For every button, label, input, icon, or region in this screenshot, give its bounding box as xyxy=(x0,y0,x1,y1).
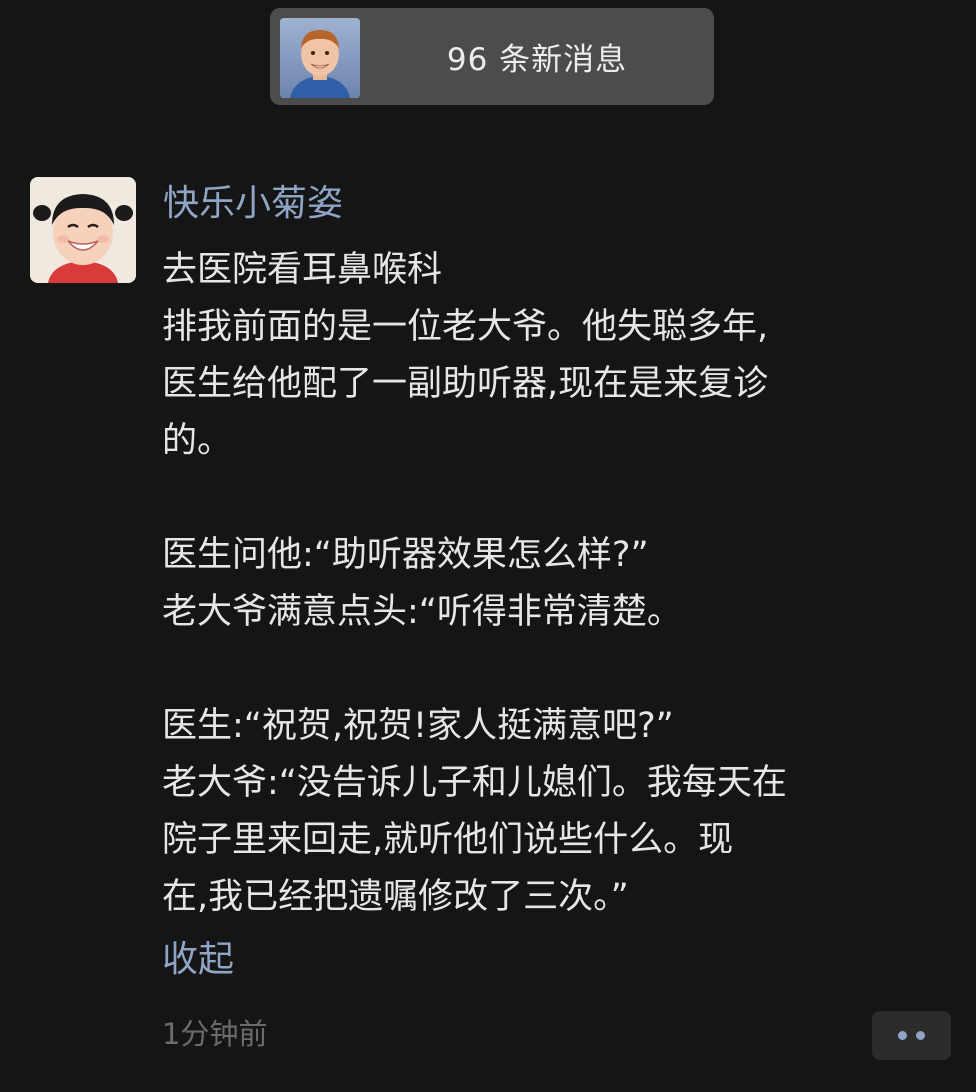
boy-photo-icon xyxy=(280,18,360,98)
more-dots-icon xyxy=(916,1031,925,1040)
more-options-button[interactable] xyxy=(872,1011,951,1060)
user-avatar[interactable] xyxy=(30,177,136,283)
feed-page: 96 条新消息 快乐小菊姿 去医院看耳鼻喉科 排我前面的是一位老大爷。他失聪多年… xyxy=(0,0,976,1092)
post-timestamp: 1分钟前 xyxy=(162,1017,268,1051)
post-line: 医生给他配了一副助听器,现在是来复诊 xyxy=(162,364,769,404)
new-messages-avatar xyxy=(280,18,360,98)
post-line: 在,我已经把遗嘱修改了三次。” xyxy=(162,877,629,917)
more-dots-icon xyxy=(898,1031,907,1040)
post-content: 去医院看耳鼻喉科 排我前面的是一位老大爷。他失聪多年, 医生给他配了一副助听器,… xyxy=(162,242,962,926)
collapse-link[interactable]: 收起 xyxy=(162,932,234,988)
post-line: 医生:“祝贺,祝贺!家人挺满意吧?” xyxy=(162,706,674,746)
new-messages-count: 96 条新消息 xyxy=(446,42,628,78)
username-link[interactable]: 快乐小菊姿 xyxy=(163,178,343,230)
post-line: 老大爷满意点头:“听得非常清楚。 xyxy=(162,592,682,632)
post-line: 医生问他:“助听器效果怎么样?” xyxy=(162,535,649,575)
post-line: 排我前面的是一位老大爷。他失聪多年, xyxy=(162,307,769,347)
post-line: 的。 xyxy=(162,421,233,461)
post-line: 老大爷:“没告诉儿子和儿媳们。我每天在 xyxy=(162,763,787,803)
girl-photo-icon xyxy=(30,177,136,283)
new-messages-banner[interactable]: 96 条新消息 xyxy=(270,8,714,105)
post-line: 去医院看耳鼻喉科 xyxy=(162,250,443,290)
post-line: 院子里来回走,就听他们说些什么。现 xyxy=(162,820,734,860)
